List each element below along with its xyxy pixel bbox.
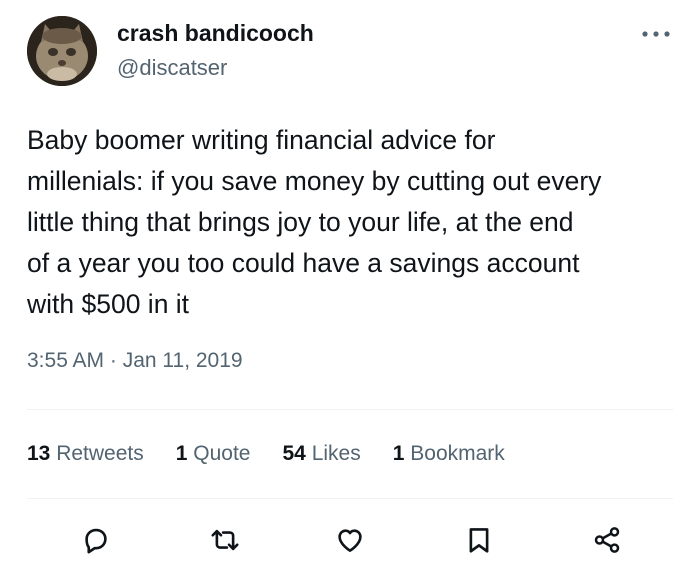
bookmarks-stat[interactable]: 1 Bookmark	[393, 442, 505, 466]
share-icon	[594, 527, 620, 553]
retweets-stat[interactable]: 13 Retweets	[27, 442, 144, 466]
display-name[interactable]: crash bandicooch	[117, 20, 314, 47]
likes-count: 54	[282, 442, 306, 465]
engagement-stats: 13 Retweets 1 Quote 54 Likes 1 Bookmark	[27, 440, 537, 468]
bookmark-button[interactable]	[459, 520, 499, 560]
retweets-count: 13	[27, 442, 51, 465]
reply-icon	[85, 528, 107, 554]
reply-button[interactable]	[76, 520, 116, 560]
action-bar	[0, 520, 700, 560]
avatar[interactable]	[27, 16, 97, 86]
user-handle[interactable]: @discatser	[117, 55, 227, 81]
divider	[27, 409, 673, 410]
retweets-label: Retweets	[56, 442, 144, 465]
quotes-label: Quote	[193, 442, 251, 465]
share-button[interactable]	[587, 520, 627, 560]
retweet-button[interactable]	[205, 520, 245, 560]
likes-label: Likes	[311, 442, 361, 465]
quotes-count: 1	[175, 442, 188, 465]
like-icon	[338, 529, 362, 552]
bookmark-icon	[469, 528, 489, 553]
likes-stat[interactable]: 54 Likes	[283, 442, 361, 466]
more-options-button[interactable]	[636, 24, 676, 44]
cat-avatar-icon	[27, 16, 97, 86]
bookmarks-label: Bookmark	[410, 442, 505, 465]
bookmarks-count: 1	[392, 442, 405, 465]
tweet-timestamp[interactable]: 3:55 AM · Jan 11, 2019	[27, 349, 243, 373]
like-button[interactable]	[330, 520, 370, 560]
tweet-card: crash bandicooch @discatser Baby boomer …	[0, 0, 700, 583]
more-dots-icon	[642, 31, 670, 37]
tweet-text: Baby boomer writing financial advice for…	[27, 125, 602, 319]
quotes-stat[interactable]: 1 Quote	[176, 442, 251, 466]
retweet-icon	[211, 529, 239, 551]
divider	[27, 498, 673, 499]
